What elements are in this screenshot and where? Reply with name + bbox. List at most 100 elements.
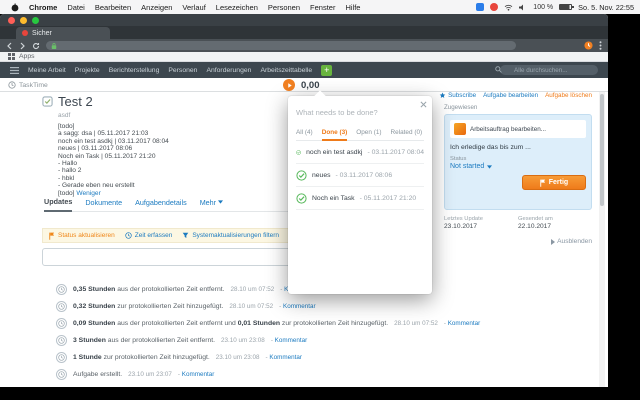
browser-toolbar [0, 39, 608, 52]
assignee-selector[interactable]: Arbeitsauftrag bearbeiten... [450, 120, 586, 138]
nav-arbeitszeittabelle[interactable]: Arbeitszeittabelle [260, 67, 312, 74]
nav-anforderungen[interactable]: Anforderungen [206, 67, 251, 74]
subscribe-link[interactable]: Subscribe [439, 92, 476, 99]
popup-tab-done[interactable]: Done (3) [322, 129, 348, 141]
tasktime-bar: TaskTime 0,00 [0, 78, 608, 92]
comment-link[interactable]: Kommentar [271, 337, 307, 344]
nav-berichterstellung[interactable]: Berichterstellung [109, 67, 160, 74]
minimize-window-button[interactable] [20, 17, 27, 24]
tab-dokumente[interactable]: Dokumente [85, 197, 122, 207]
filter-updates-link[interactable]: Systemaktualisierungen filtern [182, 232, 279, 239]
tab-mehr[interactable]: Mehr [200, 197, 223, 207]
todo-item[interactable]: Noch ein Task- 05.11.2017 21:20 [296, 187, 424, 210]
check-circle-icon[interactable] [296, 170, 307, 181]
address-bar[interactable] [46, 41, 516, 50]
menubar-clock[interactable]: So. 5. Nov. 22:55 [578, 3, 634, 12]
update-timestamp: 23.10 um 23:07 [128, 371, 172, 378]
assignment-card: Arbeitsauftrag bearbeiten... Ich erledig… [444, 114, 592, 210]
track-time-link[interactable]: Zeit erfassen [125, 232, 173, 239]
check-circle-icon[interactable] [296, 147, 301, 158]
menu-fenster[interactable]: Fenster [305, 3, 340, 12]
flag-icon [540, 179, 546, 187]
nav-projekte[interactable]: Projekte [75, 67, 100, 74]
update-status-link[interactable]: Status aktualisieren [49, 232, 115, 240]
global-search-input[interactable] [500, 65, 598, 75]
hide-sidebar-link[interactable]: Ausblenden [444, 238, 592, 245]
timer-play-button[interactable] [283, 79, 295, 91]
new-todo-input[interactable] [296, 108, 408, 117]
update-row: 1 Stunde zur protokollierten Zeit hinzug… [56, 349, 590, 365]
delete-task-link[interactable]: Aufgabe löschen [545, 92, 592, 99]
sent-label: Gesendet am [518, 216, 592, 222]
chevron-down-icon [487, 165, 492, 169]
task-sidebar: Subscribe Aufgabe bearbeiten Aufgabe lös… [444, 92, 592, 245]
last-update-value: 23.10.2017 [444, 223, 518, 230]
page-scrollbar [599, 92, 605, 387]
app-menu-icon[interactable] [10, 67, 19, 74]
show-less-link[interactable]: Weniger [76, 190, 100, 197]
battery-icon[interactable] [559, 4, 572, 10]
menu-chrome[interactable]: Chrome [24, 3, 62, 12]
check-circle-icon[interactable] [296, 193, 307, 204]
assignee-avatar [454, 123, 466, 135]
comment-link[interactable]: Kommentar [266, 354, 302, 361]
update-timestamp: 23.10 um 23:08 [216, 354, 260, 361]
edit-task-link[interactable]: Aufgabe bearbeiten [483, 92, 538, 99]
menu-anzeigen[interactable]: Anzeigen [136, 3, 177, 12]
zoom-window-button[interactable] [32, 17, 39, 24]
menu-personen[interactable]: Personen [263, 3, 305, 12]
tab-updates[interactable]: Updates [44, 197, 72, 212]
forward-icon[interactable] [19, 42, 26, 50]
comment-link[interactable]: Kommentar [178, 371, 214, 378]
mark-done-button[interactable]: Fertig [522, 175, 586, 190]
task-title: Test 2 [58, 94, 93, 109]
update-timestamp: 23.10 um 23:08 [221, 337, 265, 344]
assigned-label: Zugewiesen [444, 104, 592, 111]
popup-tab-related[interactable]: Related (0) [391, 129, 423, 137]
extension-tasktime-icon[interactable] [584, 41, 593, 50]
timer-value: 0,00 [301, 80, 320, 91]
todo-item[interactable]: noch ein test asdkj- 03.11.2017 08:04 [296, 141, 424, 164]
browser-menu-icon[interactable] [599, 41, 602, 50]
back-icon[interactable] [6, 42, 13, 50]
task-author: asdf [58, 112, 70, 119]
record-status-icon[interactable] [490, 3, 498, 11]
secure-lock-icon[interactable] [51, 42, 57, 50]
status-dropdown[interactable]: Not started [450, 163, 586, 170]
menu-hilfe[interactable]: Hilfe [340, 3, 365, 12]
time-entry-icon [56, 318, 67, 329]
tab-aufgabendetails[interactable]: Aufgabendetails [135, 197, 187, 207]
menu-verlauf[interactable]: Verlauf [177, 3, 210, 12]
time-entry-icon [56, 369, 67, 380]
update-timestamp: 28.10 um 07:52 [394, 320, 438, 327]
last-update-label: Letztes Update [444, 216, 518, 222]
scrollbar-thumb[interactable] [600, 94, 604, 206]
menu-bearbeiten[interactable]: Bearbeiten [90, 3, 136, 12]
add-task-button[interactable]: + [321, 65, 332, 76]
popup-tab-open[interactable]: Open (1) [356, 129, 381, 137]
update-row: 0,32 Stunden zur protokollierten Zeit hi… [56, 298, 590, 314]
apps-bookmark[interactable]: Apps [19, 53, 35, 60]
app-status-icon[interactable] [476, 3, 484, 11]
apple-icon[interactable] [6, 3, 24, 12]
nav-meine-arbeit[interactable]: Meine Arbeit [28, 67, 66, 74]
popup-tab-all[interactable]: All (4) [296, 129, 313, 137]
close-icon[interactable] [420, 101, 427, 108]
comment-link[interactable]: Kommentar [444, 320, 480, 327]
chevron-right-icon [551, 239, 555, 245]
menu-datei[interactable]: Datei [62, 3, 90, 12]
volume-icon[interactable] [519, 4, 527, 11]
browser-tab[interactable]: Sicher [16, 27, 110, 39]
time-entry-icon [56, 335, 67, 346]
nav-personen[interactable]: Personen [168, 67, 197, 74]
task-type-icon[interactable] [42, 96, 53, 107]
todo-item[interactable]: neues- 03.11.2017 08:06 [296, 164, 424, 187]
wifi-icon[interactable] [504, 4, 513, 11]
battery-percent: 100 % [533, 4, 553, 11]
time-entry-icon [56, 284, 67, 295]
comment-link[interactable]: Kommentar [279, 303, 315, 310]
reload-icon[interactable] [32, 42, 40, 50]
menu-lesezeichen[interactable]: Lesezeichen [211, 3, 263, 12]
close-window-button[interactable] [8, 17, 15, 24]
promise-text: Ich erledige das bis zum ... [450, 144, 586, 151]
